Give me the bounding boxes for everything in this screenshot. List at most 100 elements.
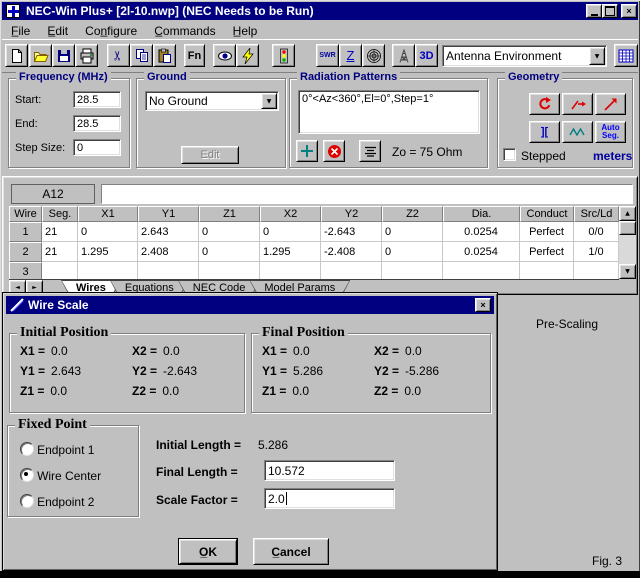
menu-item-help[interactable]: H̲elp — [233, 24, 258, 38]
table-cell[interactable] — [574, 262, 619, 279]
col-header-wire[interactable]: Wire — [9, 206, 42, 222]
grid-button[interactable] — [614, 44, 638, 67]
col-header-seg[interactable]: Seg. — [42, 206, 78, 222]
table-cell[interactable]: 1.295 — [78, 242, 138, 262]
add-pattern-button[interactable] — [296, 140, 318, 162]
minimize-button[interactable] — [586, 4, 602, 18]
table-cell[interactable]: 0 — [78, 222, 138, 242]
col-header-z2[interactable]: Z2 — [382, 206, 443, 222]
table-cell[interactable] — [382, 262, 443, 279]
table-cell[interactable]: Perfect — [520, 242, 574, 262]
edit-ground-button[interactable]: Edit — [181, 146, 239, 164]
menu-item-file[interactable]: F̲ile — [11, 24, 30, 38]
menu-item-edit[interactable]: E̲dit — [47, 24, 68, 38]
dialog-close-button[interactable]: × — [475, 298, 491, 312]
table-cell[interactable] — [260, 262, 321, 279]
pattern-list-button[interactable] — [359, 140, 381, 162]
table-cell[interactable]: 0.0254 — [443, 222, 520, 242]
ground-dropdown[interactable]: No Ground ▼ — [145, 91, 279, 111]
scrollbar-thumb[interactable] — [619, 221, 636, 235]
status-button[interactable] — [272, 44, 295, 67]
col-header-y1[interactable]: Y1 — [138, 206, 199, 222]
scale-wire-button[interactable] — [595, 93, 626, 115]
paste-button[interactable] — [153, 44, 176, 67]
table-cell[interactable]: 0 — [382, 222, 443, 242]
radio-endpoint-2[interactable]: Endpoint 2 — [20, 494, 94, 509]
stepped-checkbox[interactable] — [503, 148, 516, 161]
menu-item-commands[interactable]: C̲ommands — [154, 24, 215, 38]
formula-bar[interactable] — [101, 184, 633, 204]
environment-dropdown[interactable]: Antenna Environment ▼ — [442, 45, 607, 67]
wire-wave-button[interactable] — [562, 121, 593, 143]
rotate-wire-button[interactable] — [529, 93, 560, 115]
connect-wires-button[interactable]: ][ — [529, 121, 560, 143]
copy-button[interactable] — [130, 44, 153, 67]
table-cell[interactable] — [138, 262, 199, 279]
radio-wire-center[interactable]: Wire Center — [20, 468, 101, 483]
scroll-down-icon[interactable]: ▼ — [619, 264, 636, 279]
table-cell[interactable] — [443, 262, 520, 279]
row-header[interactable]: 2 — [9, 242, 42, 262]
table-cell[interactable]: 0 — [260, 222, 321, 242]
ok-button[interactable]: O̲K — [178, 538, 238, 565]
table-cell[interactable]: Perfect — [520, 222, 574, 242]
table-cell[interactable]: 0/0 — [574, 222, 619, 242]
table-cell[interactable]: 1.295 — [260, 242, 321, 262]
print-button[interactable] — [75, 44, 98, 67]
table-vertical-scrollbar[interactable]: ▲ ▼ — [619, 206, 636, 279]
antenna-view-button[interactable] — [392, 44, 415, 67]
radio-endpoint-1[interactable]: Endpoint 1 — [20, 442, 94, 457]
maximize-button[interactable] — [602, 4, 618, 18]
pattern-plot-button[interactable] — [362, 44, 385, 67]
col-header-y2[interactable]: Y2 — [321, 206, 382, 222]
table-cell[interactable] — [199, 262, 260, 279]
delete-pattern-button[interactable] — [323, 140, 345, 162]
table-cell[interactable]: 0 — [199, 242, 260, 262]
table-cell[interactable]: -2.643 — [321, 222, 382, 242]
fn-button[interactable]: Fn — [184, 44, 205, 67]
col-header-x2[interactable]: X2 — [260, 206, 321, 222]
table-cell[interactable]: 1/0 — [574, 242, 619, 262]
scale-factor-input[interactable]: 2.0 — [264, 488, 395, 509]
table-cell[interactable]: 0 — [199, 222, 260, 242]
table-cell[interactable]: 0.0254 — [443, 242, 520, 262]
col-header-conduct[interactable]: Conduct — [520, 206, 574, 222]
scrollbar-track[interactable] — [619, 235, 636, 264]
run-nec-button[interactable] — [236, 44, 259, 67]
cancel-button[interactable]: C̲ancel — [253, 538, 329, 565]
table-cell[interactable]: -2.408 — [321, 242, 382, 262]
scroll-up-icon[interactable]: ▲ — [619, 206, 636, 221]
step-size-input[interactable]: 0 — [73, 139, 121, 156]
chevron-down-icon[interactable]: ▼ — [261, 93, 277, 109]
view-geometry-button[interactable] — [213, 44, 236, 67]
impedance-button[interactable]: Z — [339, 44, 362, 67]
table-cell[interactable]: 2.408 — [138, 242, 199, 262]
new-button[interactable] — [5, 44, 28, 67]
auto-segment-button[interactable]: Auto Seg. — [595, 121, 626, 143]
cell-reference-box[interactable]: A12 — [11, 184, 95, 204]
row-header[interactable]: 3 — [9, 262, 42, 279]
cut-button[interactable]: ✂ — [107, 44, 130, 67]
start-input[interactable]: 28.5 — [73, 91, 121, 108]
close-button[interactable]: × — [621, 4, 637, 18]
table-cell[interactable]: 0 — [382, 242, 443, 262]
menu-item-configure[interactable]: Con̲figure — [85, 24, 137, 38]
threed-button[interactable]: 3D — [415, 44, 438, 67]
end-input[interactable]: 28.5 — [73, 115, 121, 132]
swr-button[interactable]: SWR — [316, 44, 339, 67]
row-header[interactable]: 1 — [9, 222, 42, 242]
formula-input[interactable] — [102, 185, 632, 203]
open-button[interactable] — [29, 44, 52, 67]
table-cell[interactable]: 2.643 — [138, 222, 199, 242]
table-cell[interactable] — [42, 262, 78, 279]
col-header-x1[interactable]: X1 — [78, 206, 138, 222]
table-cell[interactable]: 21 — [42, 242, 78, 262]
final-length-input[interactable]: 10.572 — [264, 460, 395, 481]
col-header-dia[interactable]: Dia. — [443, 206, 520, 222]
translate-wire-button[interactable] — [562, 93, 593, 115]
col-header-srcld[interactable]: Src/Ld — [574, 206, 619, 222]
table-cell[interactable] — [321, 262, 382, 279]
chevron-down-icon[interactable]: ▼ — [589, 47, 605, 65]
col-header-z1[interactable]: Z1 — [199, 206, 260, 222]
save-button[interactable] — [52, 44, 75, 67]
